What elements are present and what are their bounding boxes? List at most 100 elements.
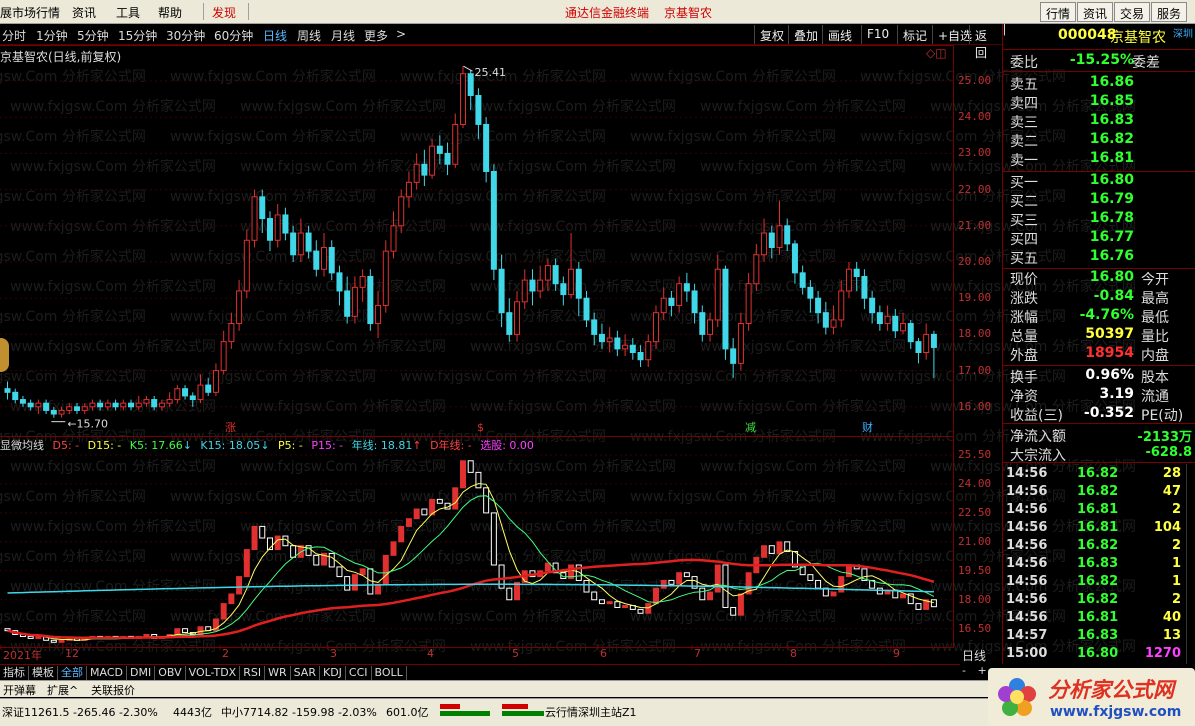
- tab-全部[interactable]: 全部: [58, 666, 87, 680]
- status-bar: 深证11261.5 -265.46 -2.30% 4443亿 中小7714.82…: [0, 668, 1195, 726]
- tab-boll[interactable]: BOLL: [372, 666, 407, 680]
- zoom-in-button[interactable]: +: [977, 664, 986, 677]
- candle-body: [382, 250, 389, 306]
- buy-row-value: 16.79: [1089, 191, 1134, 207]
- period-monthly[interactable]: 月线: [331, 27, 355, 44]
- y-tick-label: 21.00: [958, 534, 992, 548]
- expand-button[interactable]: 扩展^: [47, 682, 78, 698]
- tick-price: 16.82: [1077, 538, 1119, 553]
- candle-body: [776, 225, 783, 249]
- collapse-handle[interactable]: [0, 338, 9, 372]
- danmu-button[interactable]: 开弹幕: [3, 682, 36, 698]
- menu-news[interactable]: 资讯: [72, 4, 96, 21]
- trade-button[interactable]: 交易: [1114, 2, 1151, 22]
- tab-dmi[interactable]: DMI: [127, 666, 156, 680]
- candle-body: [97, 402, 104, 408]
- tab-模板[interactable]: 模板: [29, 666, 58, 680]
- logo-url: www.fxjgsw.com: [1050, 704, 1182, 720]
- tab-cci[interactable]: CCI: [346, 666, 372, 680]
- tick-volume: 13: [1162, 628, 1181, 643]
- period-30min[interactable]: 30分钟: [166, 27, 205, 44]
- logo-text: 分析家公式网: [1048, 678, 1174, 702]
- tick-time: 14:56: [1006, 466, 1048, 481]
- tick-scrollbar[interactable]: [1186, 464, 1194, 664]
- drawline-button[interactable]: 画线: [822, 25, 857, 44]
- tick-price: 16.82: [1077, 574, 1119, 589]
- stat2-row-label2: PE(动): [1141, 408, 1184, 424]
- service-button[interactable]: 服务: [1151, 2, 1188, 22]
- period-5min[interactable]: 5分钟: [77, 27, 109, 44]
- zoom-out-button[interactable]: -: [962, 664, 966, 677]
- x-tick-label: 3: [330, 647, 337, 660]
- stat2-row-label: 收益(三): [1010, 408, 1063, 424]
- period-daily[interactable]: 日线: [263, 27, 287, 44]
- tab-obv[interactable]: OBV: [155, 666, 186, 680]
- candle-body: [838, 290, 845, 321]
- sell-row: 卖五 16.86: [1007, 74, 1195, 93]
- info-button[interactable]: 资讯: [1077, 2, 1114, 22]
- candle-body: [815, 297, 822, 314]
- chevron-right-icon[interactable]: >: [396, 27, 406, 41]
- legend-k5: K5: 17.66: [129, 439, 183, 452]
- stat-row-label: 现价: [1010, 272, 1038, 288]
- period-1min[interactable]: 1分钟: [36, 27, 68, 44]
- candle-body: [830, 319, 837, 328]
- candle-body: [43, 402, 50, 411]
- tab-指标[interactable]: 指标: [0, 666, 29, 680]
- buy-row: 买一 16.80: [1007, 172, 1195, 191]
- indicator-bar: [405, 518, 412, 527]
- indicator-bar: [830, 591, 837, 597]
- tick-volume: 104: [1153, 520, 1181, 535]
- tick-row: 14:57 16.83 13: [1005, 628, 1193, 646]
- indicator-bar: [305, 545, 312, 556]
- sell-row: 卖四 16.85: [1007, 93, 1195, 112]
- candle-body: [405, 181, 412, 198]
- indicator-bar: [845, 564, 852, 578]
- mark-button[interactable]: 标记: [897, 25, 932, 44]
- menu-market[interactable]: 展市场行情: [0, 4, 60, 21]
- tab-sar[interactable]: SAR: [291, 666, 320, 680]
- legend-select: 选股: 0.00: [480, 439, 534, 452]
- f10-button[interactable]: F10: [861, 25, 894, 44]
- tick-price: 16.81: [1077, 520, 1119, 535]
- period-intraday[interactable]: 分时: [2, 27, 26, 44]
- menu-tools[interactable]: 工具: [116, 4, 140, 21]
- app-window: 展市场行情 资讯 工具 帮助 发现 通达信金融终端 京基智农 行情 资讯 交易 …: [0, 0, 1195, 726]
- indicator-bar: [313, 554, 320, 566]
- tab-wr[interactable]: WR: [265, 666, 291, 680]
- stat-row: 外盘 18954 内盘: [1007, 345, 1195, 364]
- period-60min[interactable]: 60分钟: [214, 27, 253, 44]
- period-weekly[interactable]: 周线: [297, 27, 321, 44]
- indicator-bar: [421, 508, 428, 516]
- indicator-bar: [174, 628, 181, 635]
- candle-body: [915, 341, 922, 354]
- indicator-bar: [707, 591, 714, 601]
- indicator-bar: [452, 487, 459, 510]
- tab-macd[interactable]: MACD: [87, 666, 127, 680]
- menu-help[interactable]: 帮助: [158, 4, 182, 21]
- tab-rsi[interactable]: RSI: [240, 666, 266, 680]
- indicator-bar: [807, 574, 814, 581]
- candle-body: [236, 290, 243, 325]
- period-15min[interactable]: 15分钟: [118, 27, 157, 44]
- quote-button[interactable]: 行情: [1040, 2, 1077, 22]
- indicator-name[interactable]: 显微均线: [0, 439, 44, 452]
- candle-body: [35, 402, 42, 408]
- tab-vol-tdx[interactable]: VOL-TDX: [186, 666, 241, 680]
- menu-discover[interactable]: 发现: [212, 4, 236, 21]
- panel-toggle-icon[interactable]: ▏: [1004, 25, 1012, 45]
- tab-kdj[interactable]: KDJ: [320, 666, 346, 680]
- candle-body: [598, 333, 605, 343]
- related-quote-button[interactable]: 关联报价: [91, 682, 135, 698]
- period-more[interactable]: 更多: [364, 27, 388, 44]
- fuquan-button[interactable]: 复权: [754, 25, 789, 44]
- candle-body: [730, 348, 737, 364]
- back-button[interactable]: 返回: [969, 25, 1002, 60]
- overlay-button[interactable]: 叠加: [788, 25, 823, 44]
- candle-body: [869, 297, 876, 314]
- indicator-bar: [351, 574, 358, 591]
- indicator-bar: [182, 628, 189, 634]
- buy-row-label: 买五: [1010, 251, 1038, 267]
- candle-body: [328, 247, 335, 274]
- tick-row: 14:56 16.82 2: [1005, 538, 1193, 556]
